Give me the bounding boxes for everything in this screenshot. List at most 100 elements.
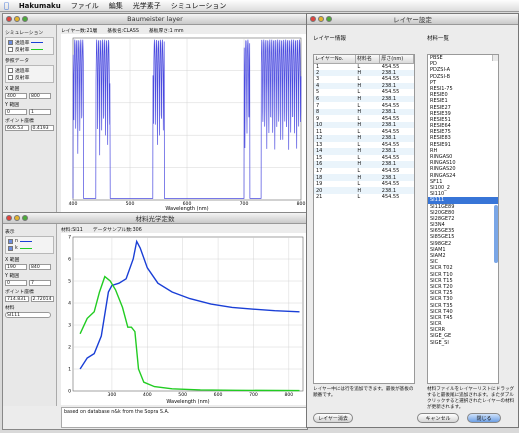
column-header[interactable]: 材料名 bbox=[355, 55, 381, 64]
layer-cell: L bbox=[357, 194, 361, 201]
close-button[interactable]: 閉じる bbox=[467, 413, 501, 423]
y-tick-label: 5 bbox=[68, 279, 71, 285]
n-checkbox[interactable] bbox=[8, 239, 13, 244]
zoom-icon[interactable] bbox=[326, 16, 332, 22]
x-min-input[interactable]: 400 bbox=[5, 92, 27, 99]
ref-transmittance-checkbox[interactable] bbox=[8, 68, 13, 73]
x-tick-label: 400 bbox=[69, 201, 78, 207]
material-sidebar: 表示 n k X 範囲 190 840 Y 範囲 07 ポイント座標 714.83… bbox=[3, 224, 57, 406]
menu-file[interactable]: ファイル bbox=[71, 1, 99, 11]
material-label: 材料 bbox=[5, 306, 15, 311]
zoom-icon[interactable] bbox=[22, 16, 28, 22]
point-y-value: 0.4193 bbox=[30, 124, 54, 131]
optical-constants-plot[interactable]: 300 400 500 600 700 800 0 1 2 3 4 5 6 7 Wavelength (n… bbox=[61, 233, 307, 405]
point-coord-label: ポイント座標 bbox=[5, 290, 34, 295]
material-item[interactable]: SIGE_SI bbox=[428, 340, 498, 346]
y-tick-label: 3 bbox=[68, 323, 71, 329]
info-samples: データサンプル数:306 bbox=[92, 228, 142, 233]
menu-edit[interactable]: 編集 bbox=[109, 1, 123, 11]
info-thickness: 基板厚さ:1 mm bbox=[148, 29, 184, 34]
transmittance-chart: 400 500 600 700 800 Wavelength (nm) bbox=[69, 37, 305, 212]
layer-note: レイヤー中には行を追加できます。最後が基板の順番です。 bbox=[313, 387, 414, 398]
k-label: k bbox=[15, 246, 18, 251]
zoom-icon[interactable] bbox=[22, 215, 28, 221]
y-min-input[interactable]: 0 bbox=[5, 108, 27, 115]
layer-info-title: レイヤー情報 bbox=[313, 36, 346, 42]
layer-table-header: レイヤーNo. 材料名 厚さ(nm) bbox=[314, 55, 414, 64]
source-footer: based on database n&k from the Sopra S.A… bbox=[61, 407, 307, 428]
x-tick-label: 500 bbox=[178, 392, 187, 398]
close-icon[interactable] bbox=[6, 16, 12, 22]
material-window: 材料光学定数 表示 n k X 範囲 190 840 Y 範囲 07 ポイント座標… bbox=[2, 212, 308, 430]
x-max-input[interactable]: 800 bbox=[29, 92, 51, 99]
close-icon[interactable] bbox=[6, 215, 12, 221]
minimize-icon[interactable] bbox=[318, 16, 324, 22]
info-material: 材料:SI11 bbox=[61, 228, 83, 233]
transmittance-plot[interactable]: 400 500 600 700 800 Wavelength (nm) bbox=[61, 34, 307, 212]
layer-table[interactable]: レイヤーNo. 材料名 厚さ(nm) 1 L 454.55 2 H 238.1 3 L 454.55… bbox=[313, 54, 415, 384]
layer-row[interactable]: 21 L 454.55 bbox=[314, 194, 414, 201]
transmittance-label: 透過率 bbox=[15, 41, 30, 46]
menu-bar:  Hakumaku ファイル 編集 光学素子 シミュレーション bbox=[0, 0, 519, 12]
menu-app-name[interactable]: Hakumaku bbox=[19, 2, 61, 10]
column-header[interactable]: レイヤーNo. bbox=[314, 55, 356, 64]
reflectance-checkbox[interactable] bbox=[8, 47, 13, 52]
material-select[interactable]: SI111 bbox=[5, 311, 51, 318]
dialog-titlebar[interactable]: レイヤー設定 bbox=[307, 14, 518, 25]
menu-optics[interactable]: 光学素子 bbox=[133, 1, 161, 11]
y-tick-label: 4 bbox=[68, 301, 71, 307]
baumeister-titlebar[interactable]: Baumeister layer bbox=[3, 14, 307, 25]
transmittance-checkbox[interactable] bbox=[8, 40, 13, 45]
scrollbar-thumb[interactable] bbox=[494, 205, 498, 263]
minimize-icon[interactable] bbox=[14, 16, 20, 22]
x-tick-label: 500 bbox=[126, 201, 135, 207]
y-max-input[interactable]: 1 bbox=[29, 108, 51, 115]
y-min-input[interactable]: 0 bbox=[5, 279, 27, 286]
close-icon[interactable] bbox=[310, 16, 316, 22]
ref-reflectance-checkbox[interactable] bbox=[8, 75, 13, 80]
x-min-input[interactable]: 190 bbox=[5, 263, 27, 270]
baumeister-window: Baumeister layer シミュレーション 透過率 反射率 参照データ … bbox=[2, 13, 308, 214]
x-range-label: X 範囲 bbox=[5, 87, 20, 92]
material-titlebar[interactable]: 材料光学定数 bbox=[3, 213, 307, 224]
x-tick-label: 700 bbox=[240, 201, 249, 207]
x-tick-label: 400 bbox=[143, 392, 152, 398]
materials-list[interactable]: PBSE PD PDZSI-A PDZSI-B PT RESI1-75 RESIE0 RESI… bbox=[427, 54, 499, 384]
cancel-button[interactable]: キャンセル bbox=[417, 413, 459, 423]
x-axis-label: Wavelength (nm) bbox=[166, 399, 209, 405]
point-x-value: 606.53 bbox=[5, 124, 29, 131]
column-header[interactable]: 厚さ(nm) bbox=[379, 55, 414, 64]
y-tick-label: 6 bbox=[68, 257, 71, 263]
minimize-icon[interactable] bbox=[14, 215, 20, 221]
materials-note: 材料ファイルをレイヤーリストにドラッグすると最後尾に追加されます。またダブルクリ… bbox=[427, 387, 515, 410]
info-substrate: 基板名:CLASS bbox=[107, 29, 139, 34]
point-coord-label: ポイント座標 bbox=[5, 119, 34, 124]
ref-reflectance-label: 反射率 bbox=[15, 76, 30, 81]
k-checkbox[interactable] bbox=[8, 246, 13, 251]
x-tick-label: 600 bbox=[214, 392, 223, 398]
y-tick-label: 1 bbox=[68, 367, 71, 373]
y-range-label: Y 範囲 bbox=[5, 103, 20, 108]
materials-scrollbar[interactable] bbox=[492, 55, 498, 263]
display-label: 表示 bbox=[5, 230, 15, 235]
window-title: 材料光学定数 bbox=[135, 215, 175, 223]
material-info: 材料:SI11 データサンプル数:306 bbox=[61, 226, 142, 233]
y-max-input[interactable]: 7 bbox=[29, 279, 51, 286]
baumeister-sidebar: シミュレーション 透過率 反射率 参照データ 透過率 反射率 X 範囲 400 8… bbox=[3, 25, 57, 213]
layer-table-body: 1 L 454.55 2 H 238.1 3 L 454.55 4 H 238.1 5 L 454.55 6 H… bbox=[314, 63, 414, 200]
n-label: n bbox=[15, 239, 19, 244]
y-range-label: Y 範囲 bbox=[5, 274, 20, 279]
info-layer-count: レイヤー数:21層 bbox=[61, 29, 98, 34]
delete-layer-button[interactable]: レイヤー消去 bbox=[313, 413, 353, 423]
x-max-input[interactable]: 840 bbox=[29, 263, 51, 270]
window-title: Baumeister layer bbox=[127, 15, 183, 23]
simulation-label: シミュレーション bbox=[5, 31, 44, 36]
layer-settings-dialog: レイヤー設定 レイヤー情報 材料一覧 レイヤーNo. 材料名 厚さ(nm) 1 L 45… bbox=[306, 13, 519, 428]
apple-icon[interactable]:  bbox=[4, 1, 9, 10]
n-swatch bbox=[20, 241, 33, 242]
materials-title: 材料一覧 bbox=[427, 36, 450, 42]
menu-simulation[interactable]: シミュレーション bbox=[171, 1, 227, 11]
x-tick-label: 700 bbox=[249, 392, 258, 398]
transmittance-swatch bbox=[31, 42, 44, 43]
point-x-value: 714.831 bbox=[5, 295, 29, 302]
